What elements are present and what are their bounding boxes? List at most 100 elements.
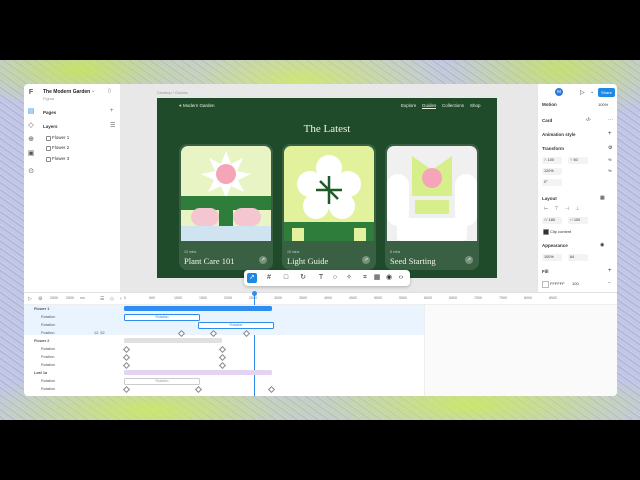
row-label: Position [41,354,55,359]
animation-style-heading: Animation style [542,132,576,137]
rotate-icon[interactable]: ↻ [298,273,308,283]
design-canvas[interactable]: Desktop / Guides ● Modern Garden Explore… [120,84,537,292]
settings-icon[interactable]: ⊙ [27,168,35,176]
play-icon[interactable]: ▷ [580,89,585,96]
comment-icon[interactable]: ○ [330,273,340,283]
fill-hex[interactable]: FFFFFF [550,281,565,286]
frame-icon[interactable]: # [264,273,274,283]
element-name: Card [542,118,553,123]
rectangle-icon[interactable]: □ [281,273,291,283]
keyframe-icon[interactable]: ◇ [110,296,114,302]
time-tick: 1500 [199,296,207,300]
time-tick: 8000 [524,296,532,300]
layers-menu-icon[interactable]: ☰ [110,122,115,129]
pen-icon[interactable]: ✧ [344,273,354,283]
y-field[interactable]: Y 50 [568,157,588,164]
add-icon[interactable]: + [608,131,612,137]
radius-field[interactable]: 64 [568,254,588,261]
width-field[interactable]: W 180 [542,217,562,224]
opacity-field[interactable]: 100% [542,254,562,261]
component-icon[interactable]: ⌗ [360,273,370,283]
user-avatar[interactable]: M [555,88,563,96]
animation-bar[interactable]: Rotation [198,322,274,329]
animation-bar[interactable]: Rotation [124,378,200,385]
motion-tab[interactable]: Motion [542,102,557,107]
animation-bar[interactable] [124,338,222,343]
project-name[interactable]: The Modern Garden [43,89,90,95]
text-icon[interactable]: T [316,273,326,283]
height-field[interactable]: H 100 [568,217,588,224]
cursor-icon[interactable]: ➚ [247,273,257,283]
row-label: Rotation [41,362,56,367]
fill-swatch[interactable] [542,281,549,288]
chevron-left-icon[interactable]: ‹ [120,296,122,302]
eye-icon[interactable]: ◉ [600,242,604,248]
time-start[interactable]: 2500 [50,296,58,300]
guide-card[interactable]: 10 mins Plant Care 101 ↗ [179,144,273,270]
more-icon[interactable]: ⋯ [608,117,613,123]
percent-icon[interactable]: % [608,157,612,162]
w-label: W [544,218,548,222]
grid-icon[interactable]: ▦ [372,273,382,283]
layer-item[interactable]: Flower 2 [45,145,69,151]
x-value: 100 [547,158,554,162]
timeline-panel: ▷ ⚙ 2500 2500 ms ☰ ◇ ‹ 0 500 1000 1500 2000 2… [24,291,617,396]
zoom-level[interactable]: 100% [598,102,608,107]
play-icon[interactable]: ▷ [28,296,32,302]
layer-item[interactable]: Flower 1 [45,135,69,141]
animation-bar[interactable] [124,306,272,311]
grid-icon[interactable]: ▦ [600,195,605,201]
component-icon[interactable]: ◇ [27,122,35,130]
clip-content-checkbox[interactable] [543,229,549,235]
chevron-down-icon[interactable]: ⌄ [91,88,95,94]
code-icon[interactable]: ‹/› [586,117,591,123]
add-page-icon[interactable]: + [110,108,114,114]
guide-card[interactable]: 15 mins Light Guide ↗ [282,144,376,270]
letterbox-top [0,0,640,60]
animation-bar[interactable] [124,370,272,375]
nav-collections[interactable]: Collections [442,103,464,108]
percent-icon[interactable]: % [608,168,612,173]
time-end[interactable]: 2500 [66,296,74,300]
card-duration: 10 mins [184,250,197,254]
fill-opacity[interactable]: 100 [572,281,579,286]
chevron-down-icon[interactable]: ⌄ [590,89,594,95]
eye-icon[interactable]: ◉ [384,273,394,283]
settings-icon[interactable]: ⚙ [38,296,42,302]
file-icon[interactable]: ▤ [27,108,35,116]
nav-explore[interactable]: Explore [401,103,416,108]
arrow-icon[interactable]: ↗ [465,256,473,264]
share-button[interactable]: Share [598,88,615,97]
guide-card[interactable]: 8 mins Seed Starting ↗ [385,144,479,270]
nav-guides[interactable]: Guides [422,103,437,109]
menu-icon[interactable]: ☰ [100,296,104,302]
row-label: Flower 2 [34,338,50,343]
h-value: 100 [573,218,581,222]
assets-icon[interactable]: ⊕ [27,136,35,144]
layer-item[interactable]: Flower 3 [45,156,69,162]
minus-icon[interactable]: − [608,280,611,286]
frame-label[interactable]: Desktop / Guides [157,90,188,95]
align-icons[interactable]: ⊢⊤⊣⊥ [544,206,585,212]
time-tick: 7000 [474,296,482,300]
settings-icon[interactable]: ⚙ [608,145,612,151]
scale-field[interactable]: 120% [542,168,562,175]
time-tick: 5000 [374,296,382,300]
row-label: Rotation [41,386,56,391]
rotation-field[interactable]: 0° [542,179,562,186]
plugins-icon[interactable]: ▣ [27,150,35,158]
h-label: H [570,218,573,222]
leaf-logo-icon: ● [179,103,182,108]
arrow-icon[interactable]: ↗ [362,256,370,264]
add-icon[interactable]: + [608,268,612,274]
time-tick: 0 [124,296,126,300]
time-tick: 8500 [549,296,557,300]
website-frame[interactable]: ● Modern Garden Explore Guides Collectio… [157,98,497,278]
nav-shop[interactable]: Shop [470,103,481,108]
figma-logo-icon[interactable]: F [27,89,35,97]
animation-bar[interactable]: Rotation [124,314,200,321]
code-icon[interactable]: ‹› [396,273,406,283]
panel-toggle-icon[interactable]: ▯ [108,88,111,94]
arrow-icon[interactable]: ↗ [259,256,267,264]
x-field[interactable]: X 100 [542,157,562,164]
